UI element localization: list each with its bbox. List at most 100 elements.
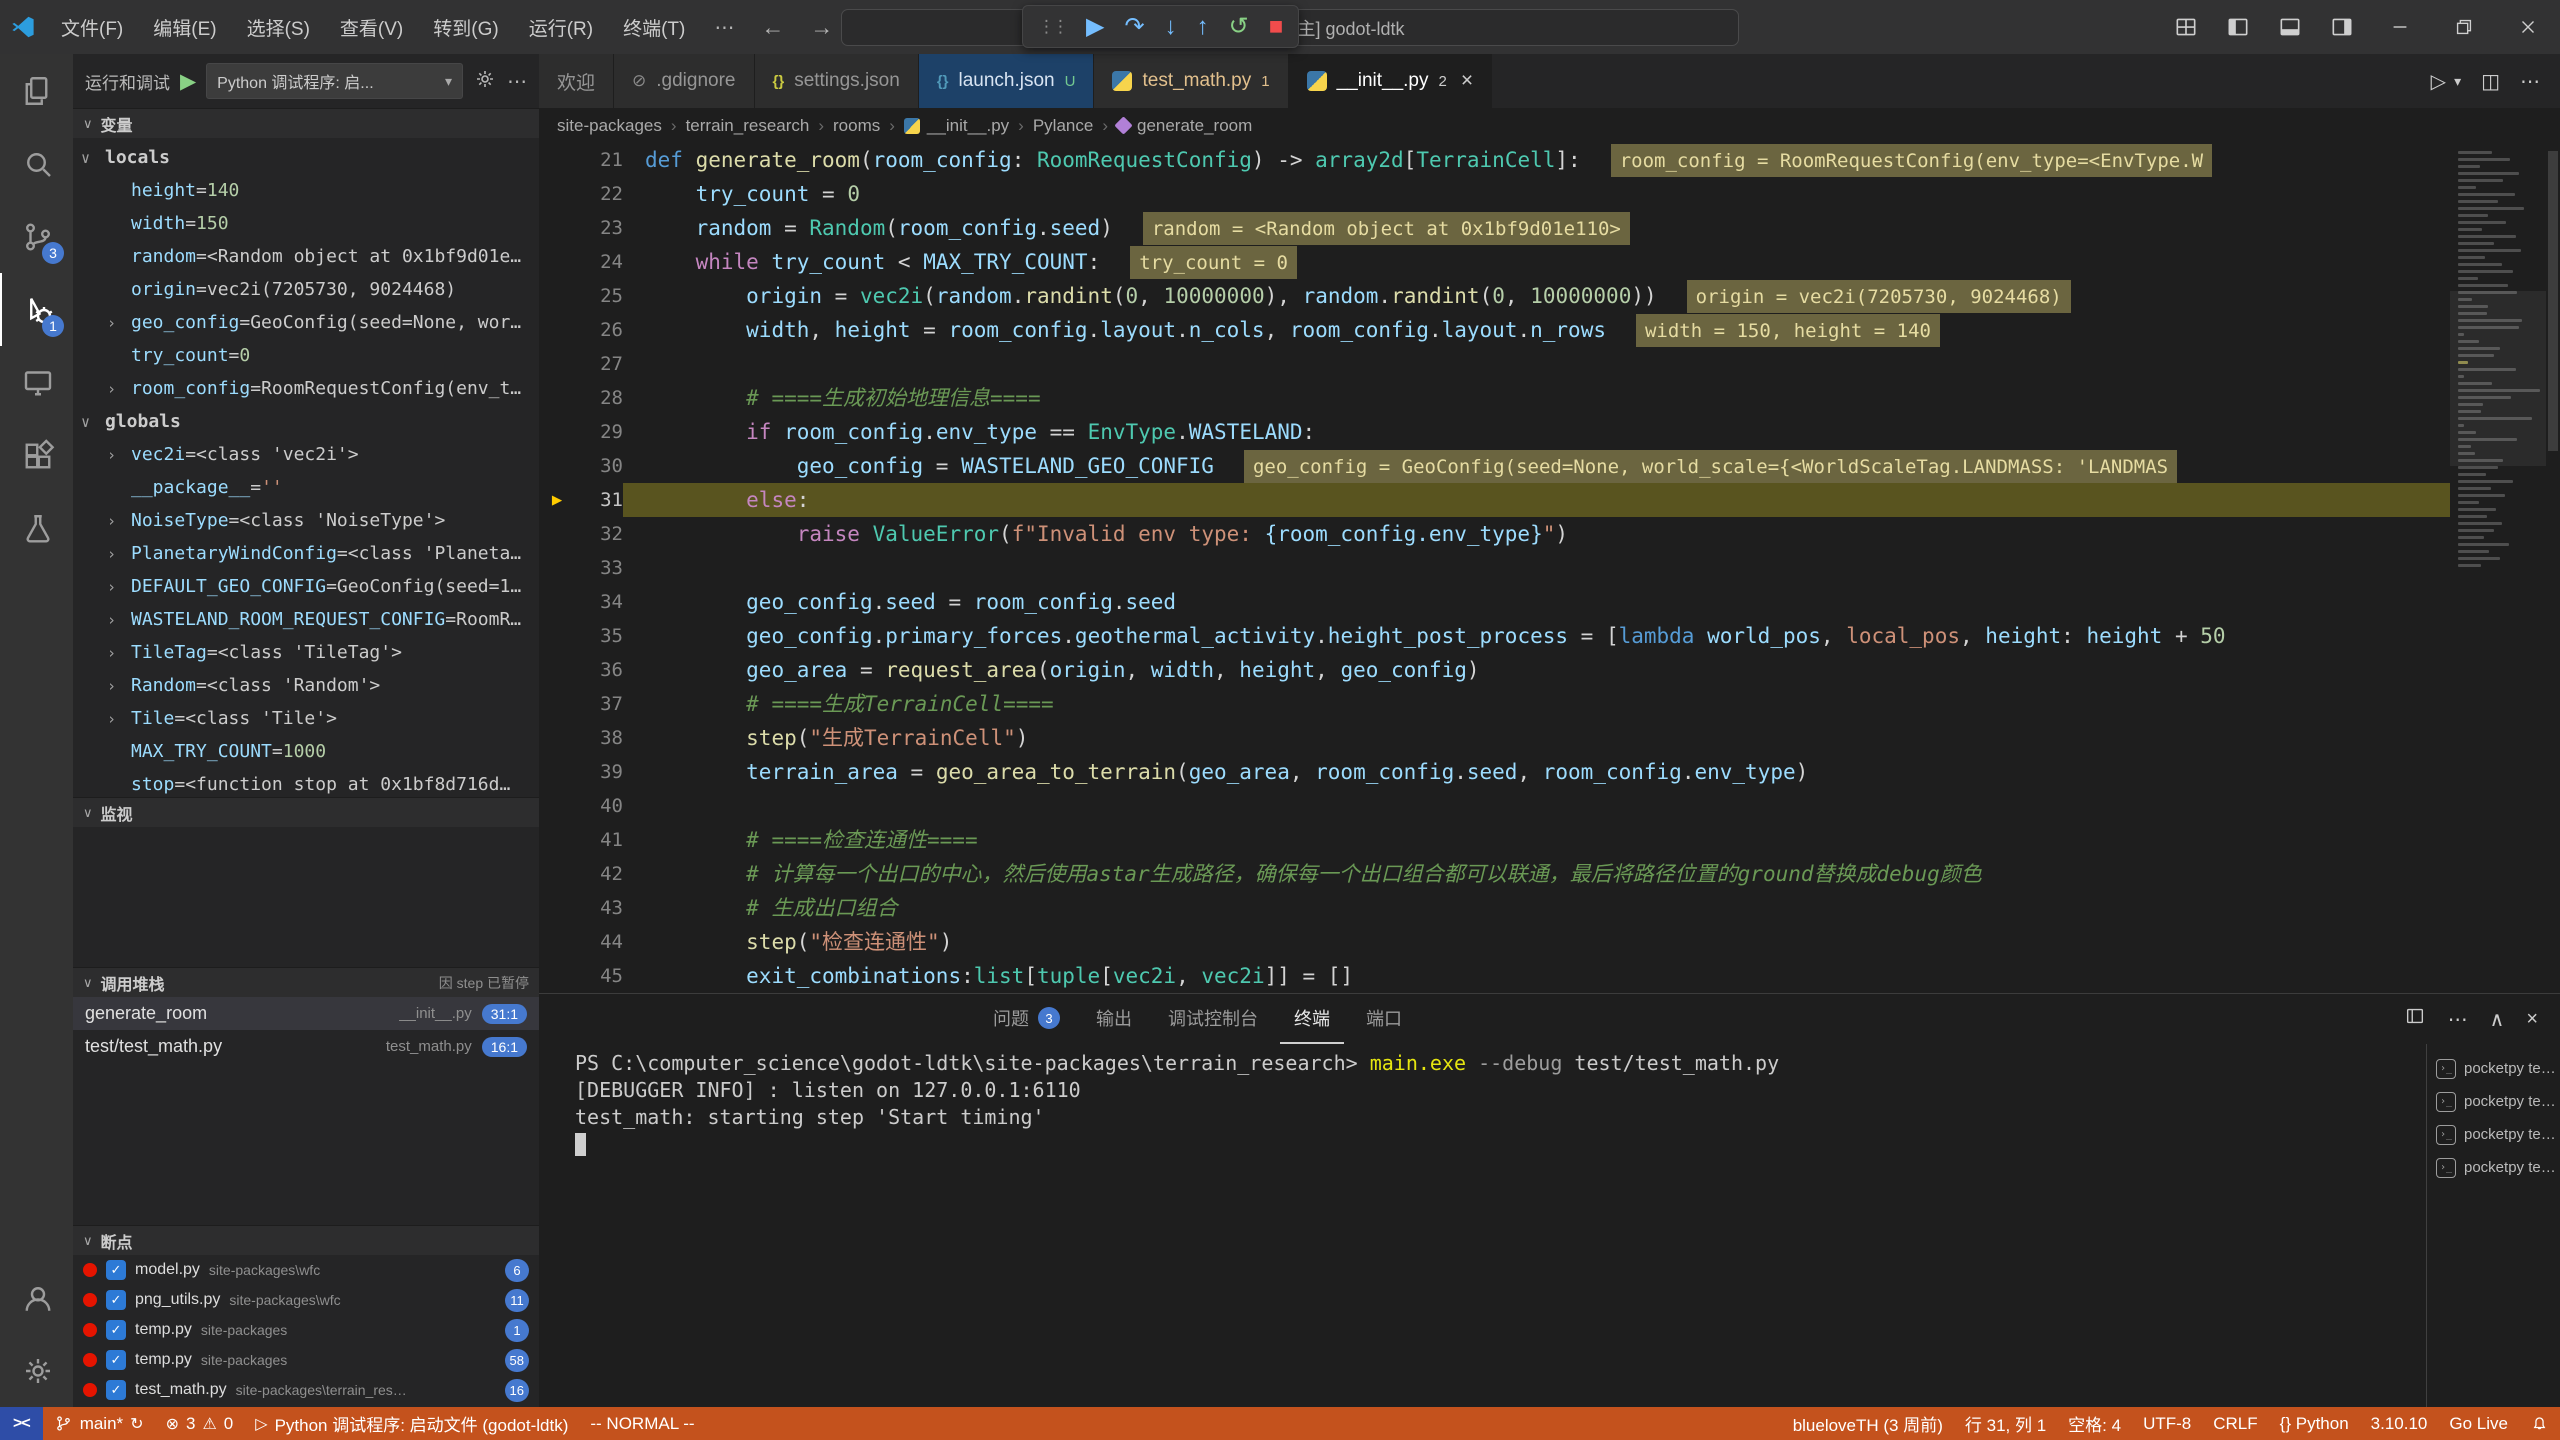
breadcrumb-item[interactable]: __init__.py: [904, 116, 1009, 136]
code-line[interactable]: 35 geo_config.primary_forces.geothermal_…: [539, 619, 2450, 653]
checkbox-checked-icon[interactable]: ✓: [106, 1380, 126, 1400]
line-number[interactable]: 36: [575, 653, 623, 687]
variable-row[interactable]: ›DEFAULT_GEO_CONFIG = GeoConfig(seed=1…: [73, 570, 539, 603]
line-number[interactable]: 44: [575, 925, 623, 959]
menu-item[interactable]: 选择(S): [232, 0, 325, 54]
terminal-list-item[interactable]: ›_pocketpy te…: [2427, 1118, 2560, 1151]
variable-row[interactable]: ›room_config = RoomRequestConfig(env_t…: [73, 372, 539, 405]
variable-row[interactable]: __package__ = '': [73, 471, 539, 504]
menu-item[interactable]: 运行(R): [514, 0, 608, 54]
status-notifications[interactable]: [2519, 1407, 2560, 1440]
variable-row[interactable]: ›geo_config = GeoConfig(seed=None, wor…: [73, 306, 539, 339]
status-eol[interactable]: CRLF: [2202, 1407, 2268, 1440]
variable-scope-row[interactable]: ∨locals: [73, 141, 539, 174]
breadcrumb-item[interactable]: terrain_research: [686, 116, 810, 136]
variable-row[interactable]: try_count = 0: [73, 339, 539, 372]
menu-item[interactable]: 编辑(E): [138, 0, 231, 54]
panel-close-icon[interactable]: ×: [2526, 1008, 2538, 1031]
line-number[interactable]: 31: [575, 483, 623, 517]
breakpoints-section-header[interactable]: ∨ 断点: [73, 1225, 539, 1255]
watch-body[interactable]: [73, 827, 539, 967]
debug-step-over-icon[interactable]: ↷: [1115, 15, 1153, 39]
line-number[interactable]: 22: [575, 177, 623, 211]
panel-maximize-icon[interactable]: ∧: [2490, 1007, 2505, 1032]
nav-forward-icon[interactable]: →: [797, 14, 846, 41]
variable-row[interactable]: origin = vec2i(7205730, 9024468): [73, 273, 539, 306]
menu-overflow-button[interactable]: ⋯: [700, 15, 748, 40]
variable-row[interactable]: ›vec2i = <class 'vec2i'>: [73, 438, 539, 471]
code-line[interactable]: 39 terrain_area = geo_area_to_terrain(ge…: [539, 755, 2450, 789]
breakpoint-row[interactable]: ✓temp.pysite-packages1: [73, 1315, 539, 1345]
code-line[interactable]: 21def generate_room(room_config: RoomReq…: [539, 143, 2450, 177]
status-cursor-position[interactable]: 行 31, 列 1: [1954, 1407, 2057, 1440]
breakpoint-row[interactable]: ✓test_math.pysite-packages\terrain_res…1…: [73, 1375, 539, 1405]
code-line[interactable]: 30 geo_config = WASTELAND_GEO_CONFIGgeo_…: [539, 449, 2450, 483]
run-python-file-icon[interactable]: ▷: [2431, 69, 2446, 94]
variable-row[interactable]: ›NoiseType = <class 'NoiseType'>: [73, 504, 539, 537]
line-number[interactable]: 29: [575, 415, 623, 449]
line-number[interactable]: 23: [575, 211, 623, 245]
line-number[interactable]: 32: [575, 517, 623, 551]
terminal-list-item[interactable]: ›_pocketpy te…: [2427, 1151, 2560, 1184]
code-line[interactable]: 26 width, height = room_config.layout.n_…: [539, 313, 2450, 347]
line-number[interactable]: 39: [575, 755, 623, 789]
variable-row[interactable]: ›Tile = <class 'Tile'>: [73, 702, 539, 735]
status-debug-config[interactable]: ▷ Python 调试程序: 启动文件 (godot-ldtk): [244, 1407, 579, 1440]
checkbox-checked-icon[interactable]: ✓: [106, 1260, 126, 1280]
debug-restart-icon[interactable]: ↺: [1220, 15, 1258, 39]
code-line[interactable]: 29 if room_config.env_type == EnvType.WA…: [539, 415, 2450, 449]
breakpoint-row[interactable]: ✓png_utils.pysite-packages\wfc11: [73, 1285, 539, 1315]
code-line[interactable]: 38 step("生成TerrainCell"): [539, 721, 2450, 755]
stack-frame[interactable]: generate_room__init__.py31:1: [73, 997, 539, 1030]
variable-row[interactable]: random = <Random object at 0x1bf9d01e…: [73, 240, 539, 273]
toggle-sidebar-right-icon[interactable]: [2316, 14, 2368, 40]
code-line[interactable]: 36 geo_area = request_area(origin, width…: [539, 653, 2450, 687]
code-line[interactable]: 40: [539, 789, 2450, 823]
status-branch[interactable]: main* ↻: [43, 1407, 155, 1440]
panel-tab-端口[interactable]: 端口: [1352, 994, 1416, 1044]
menu-item[interactable]: 转到(G): [418, 0, 513, 54]
run-dropdown-chevron-icon[interactable]: ▾: [2454, 73, 2461, 90]
line-number[interactable]: 27: [575, 347, 623, 381]
status-encoding[interactable]: UTF-8: [2132, 1407, 2202, 1440]
checkbox-checked-icon[interactable]: ✓: [106, 1290, 126, 1310]
debug-continue-icon[interactable]: ▶: [1077, 15, 1113, 39]
line-number[interactable]: 26: [575, 313, 623, 347]
code-line[interactable]: 34 geo_config.seed = room_config.seed: [539, 585, 2450, 619]
code-editor[interactable]: 21def generate_room(room_config: RoomReq…: [539, 143, 2560, 993]
terminal-output[interactable]: PS C:\computer_science\godot-ldtk\site-p…: [539, 1044, 2426, 1407]
debug-step-into-icon[interactable]: ↓: [1156, 15, 1186, 39]
code-line[interactable]: 44 step("检查连通性"): [539, 925, 2450, 959]
variable-scope-row[interactable]: ∨globals: [73, 405, 539, 438]
minimap-viewport[interactable]: [2450, 291, 2546, 466]
code-line[interactable]: 32 raise ValueError(f"Invalid env type: …: [539, 517, 2450, 551]
activity-search[interactable]: [0, 127, 73, 200]
activity-source-control[interactable]: 3: [0, 200, 73, 273]
customize-layout-icon[interactable]: [2160, 14, 2212, 40]
debug-step-out-icon[interactable]: ↑: [1188, 15, 1218, 39]
panel-more-icon[interactable]: ⋯: [2448, 1007, 2468, 1032]
window-close-button[interactable]: [2496, 0, 2560, 54]
split-editor-icon[interactable]: ◫: [2481, 69, 2500, 94]
status-python-version[interactable]: 3.10.10: [2360, 1407, 2439, 1440]
line-number[interactable]: 33: [575, 551, 623, 585]
line-number[interactable]: 42: [575, 857, 623, 891]
variable-row[interactable]: width = 150: [73, 207, 539, 240]
minimap[interactable]: [2450, 143, 2546, 993]
activity-run-debug[interactable]: 1: [0, 273, 73, 346]
sidebar-more-icon[interactable]: ⋯: [507, 69, 527, 94]
status-vim-mode[interactable]: -- NORMAL --: [579, 1407, 705, 1440]
breakpoint-row[interactable]: ✓model.pysite-packages\wfc6: [73, 1255, 539, 1285]
line-number[interactable]: 45: [575, 959, 623, 993]
variable-row[interactable]: ›Random = <class 'Random'>: [73, 669, 539, 702]
variable-row[interactable]: height = 140: [73, 174, 539, 207]
activity-explorer[interactable]: [0, 54, 73, 127]
tab-.gdignore[interactable]: ⊘.gdignore: [614, 54, 754, 108]
debug-stop-icon[interactable]: ■: [1260, 15, 1293, 39]
variable-row[interactable]: ›WASTELAND_ROOM_REQUEST_CONFIG = RoomR…: [73, 603, 539, 636]
line-number[interactable]: 38: [575, 721, 623, 755]
watch-section-header[interactable]: ∨ 监视: [73, 797, 539, 827]
line-number[interactable]: 41: [575, 823, 623, 857]
code-line[interactable]: 42 # 计算每一个出口的中心，然后使用astar生成路径，确保每一个出口组合都…: [539, 857, 2450, 891]
tab-欢迎[interactable]: 欢迎: [539, 54, 614, 108]
